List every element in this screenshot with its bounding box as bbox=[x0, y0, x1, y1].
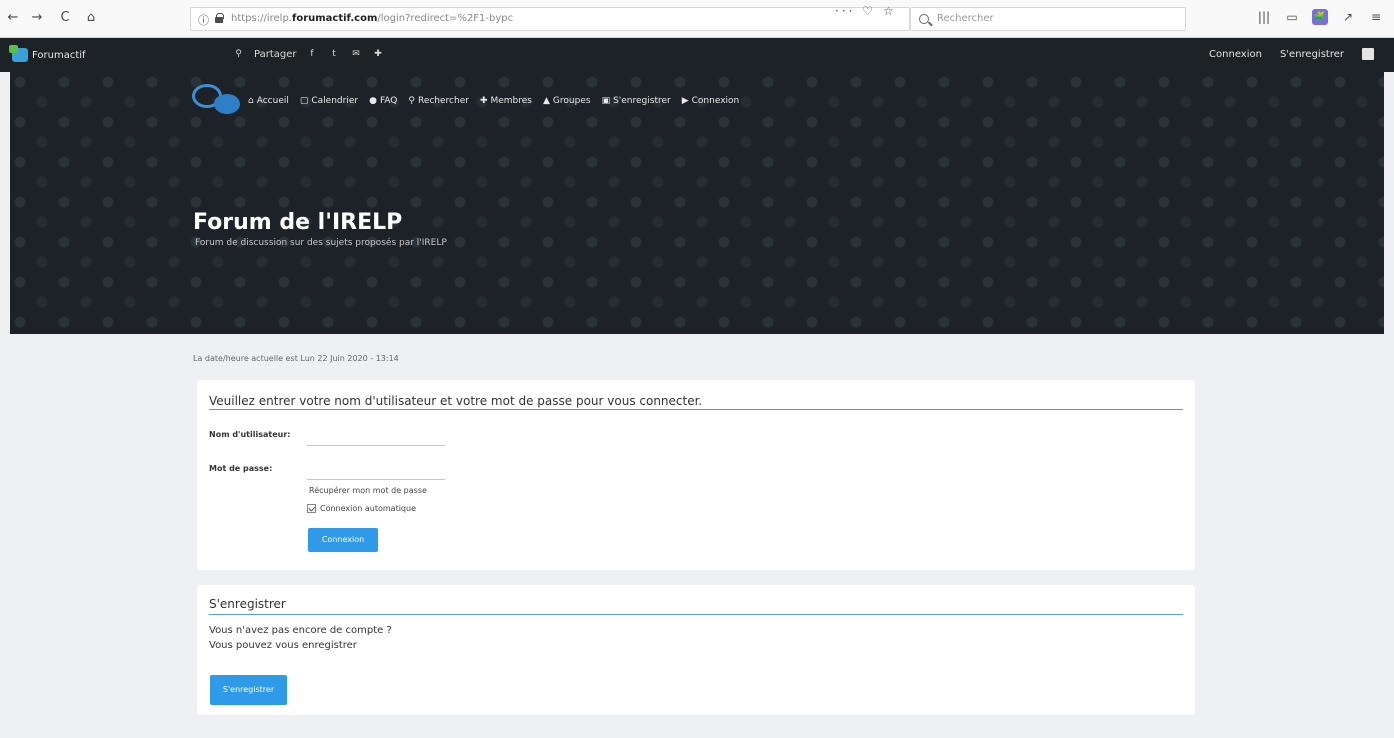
forum-logo-bubble-small-icon bbox=[214, 94, 240, 114]
nav-item-faq[interactable]: ● FAQ bbox=[369, 96, 397, 106]
nav-label: Groupes bbox=[552, 96, 591, 106]
browser-toolbar-icons: ||| ▭ 🧩 ↗ ≡ bbox=[1256, 9, 1384, 25]
menu-icon[interactable]: ≡ bbox=[1368, 9, 1384, 25]
topbar-user-links: Connexion S'enregistrer bbox=[1209, 48, 1374, 60]
login-button[interactable]: Connexion bbox=[308, 528, 378, 552]
info-icon[interactable]: ⓘ bbox=[198, 12, 209, 28]
share-extension-icon[interactable]: ↗ bbox=[1340, 9, 1356, 25]
register-panel-title: S'enregistrer bbox=[209, 597, 286, 611]
current-datetime: La date/heure actuelle est Lun 22 Juin 2… bbox=[193, 354, 399, 363]
nav-item-home[interactable]: ⌂ Accueil bbox=[248, 96, 289, 106]
page-actions-icons[interactable]: ··· ♡ ☆ bbox=[835, 4, 897, 18]
forgot-password-link[interactable]: Récupérer mon mot de passe bbox=[309, 486, 427, 495]
nav-item-calendar[interactable]: ▢ Calendrier bbox=[300, 96, 358, 106]
members-icon: ✚ bbox=[479, 96, 488, 106]
plus-icon[interactable]: ✚ bbox=[371, 48, 384, 61]
register-button[interactable]: S'enregistrer bbox=[210, 675, 287, 705]
search-placeholder: Rechercher bbox=[937, 13, 994, 24]
reload-icon[interactable]: C bbox=[56, 9, 74, 27]
extension-icon[interactable]: 🧩 bbox=[1312, 9, 1328, 25]
forumactif-brand: Forumactif bbox=[32, 49, 86, 61]
register-panel: S'enregistrer Vous n'avez pas encore de … bbox=[197, 585, 1195, 715]
facebook-icon[interactable]: f bbox=[305, 48, 318, 61]
mail-icon[interactable]: ✉ bbox=[349, 48, 362, 61]
register-text-line1: Vous n'avez pas encore de compte ? bbox=[209, 625, 392, 636]
password-label: Mot de passe: bbox=[209, 464, 273, 473]
url-bar[interactable]: ⓘ https://irelp.forumactif.com/login?red… bbox=[190, 7, 910, 31]
autologin-row[interactable]: Connexion automatique bbox=[307, 504, 416, 513]
share-label: Partager bbox=[254, 49, 297, 60]
sidebar-icon[interactable]: ▭ bbox=[1284, 9, 1300, 25]
forum-header bbox=[10, 72, 1384, 334]
twitter-icon[interactable]: t bbox=[327, 48, 340, 61]
password-input[interactable] bbox=[307, 464, 445, 480]
home-icon[interactable]: ⌂ bbox=[82, 9, 100, 27]
username-input[interactable] bbox=[307, 430, 445, 446]
nav-label: Membres bbox=[490, 96, 532, 106]
forum-topbar: Forumactif ⚲ Partager f t ✉ ✚ Connexion … bbox=[0, 38, 1394, 72]
faq-icon: ● bbox=[369, 96, 377, 106]
url-prefix: https://irelp. bbox=[231, 13, 292, 24]
nav-item-login[interactable]: ▶ Connexion bbox=[682, 96, 740, 106]
share-bar: ⚲ Partager f t ✉ ✚ bbox=[232, 48, 384, 61]
back-icon[interactable]: ← bbox=[4, 9, 22, 27]
login-panel-title: Veuillez entrer votre nom d'utilisateur … bbox=[209, 394, 703, 408]
calendar-icon: ▢ bbox=[299, 96, 309, 106]
site-description: Forum de discussion sur des sujets propo… bbox=[195, 238, 447, 248]
nav-item-members[interactable]: ✚ Membres bbox=[480, 96, 532, 106]
main-navigation: ⌂ Accueil ▢ Calendrier ● FAQ ⚲ Rechercher ✚ M… bbox=[248, 96, 739, 106]
login-panel: Veuillez entrer votre nom d'utilisateur … bbox=[197, 380, 1195, 570]
register-panel-divider bbox=[209, 614, 1183, 615]
url-domain: forumactif.com bbox=[291, 13, 378, 24]
register-icon: ▣ bbox=[601, 96, 611, 106]
search-icon bbox=[919, 14, 929, 24]
nav-label: Accueil bbox=[256, 96, 289, 106]
nav-item-search[interactable]: ⚲ Rechercher bbox=[408, 96, 469, 106]
username-label: Nom d'utilisateur: bbox=[209, 430, 291, 439]
nav-label: FAQ bbox=[379, 96, 398, 106]
apps-grid-icon[interactable] bbox=[1362, 48, 1374, 60]
autologin-checkbox[interactable] bbox=[307, 504, 316, 513]
url-suffix: /login?redirect=%2F1-bypc bbox=[377, 13, 514, 24]
library-icon[interactable]: ||| bbox=[1256, 9, 1272, 25]
login-panel-divider bbox=[209, 409, 1183, 410]
nav-label: Calendrier bbox=[311, 96, 359, 106]
forumactif-logo-icon bbox=[9, 45, 28, 62]
url-text[interactable]: https://irelp.forumactif.com/login?redir… bbox=[231, 13, 513, 24]
share-search-icon[interactable]: ⚲ bbox=[232, 48, 245, 61]
topbar-login-link[interactable]: Connexion bbox=[1209, 49, 1262, 60]
nav-label: Connexion bbox=[691, 96, 740, 106]
nav-item-register[interactable]: ▣ S'enregistrer bbox=[602, 96, 671, 106]
nav-label: Rechercher bbox=[417, 96, 469, 106]
register-text-line2: Vous pouvez vous enregistrer bbox=[209, 640, 357, 651]
forumactif-logo[interactable]: Forumactif bbox=[9, 45, 86, 62]
site-title: Forum de l'IRELP bbox=[193, 210, 403, 235]
forward-icon[interactable]: → bbox=[28, 9, 46, 27]
groups-icon: ▲ bbox=[543, 96, 550, 106]
search-nav-icon: ⚲ bbox=[408, 96, 415, 106]
nav-item-groups[interactable]: ▲ Groupes bbox=[543, 96, 591, 106]
nav-label: S'enregistrer bbox=[613, 96, 671, 106]
login-icon: ▶ bbox=[681, 96, 689, 106]
topbar-register-link[interactable]: S'enregistrer bbox=[1280, 49, 1344, 60]
browser-search-input[interactable]: Rechercher bbox=[910, 7, 1186, 31]
lock-icon bbox=[215, 13, 224, 23]
browser-toolbar: ← → C ⌂ ⓘ https://irelp.forumactif.com/l… bbox=[0, 0, 1394, 38]
home-nav-icon: ⌂ bbox=[248, 96, 254, 106]
autologin-label[interactable]: Connexion automatique bbox=[320, 504, 416, 513]
